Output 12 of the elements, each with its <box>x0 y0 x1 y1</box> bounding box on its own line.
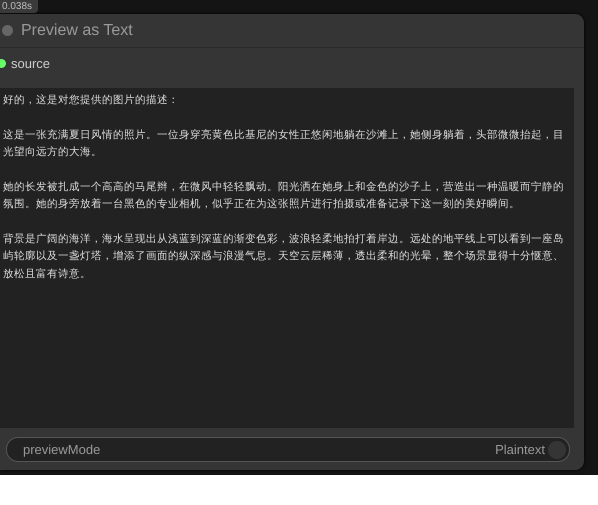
text-paragraph: 好的，这是对您提供的图片的描述： <box>3 93 180 108</box>
text-paragraph: 她的长发被扎成一个高高的马尾辫，在微风中轻轻飘动。阳光洒在她身上和金色的沙子上，营造出一种温暖而宁静的氛围。她的身旁放着一台黑色的专业相机，似乎正在为这张照片进行拍摄或准备记录下这一刻的美好瞬间。 <box>3 180 565 212</box>
toggle-widget[interactable]: previewMode Plaintext <box>6 437 570 462</box>
widget-label: previewMode <box>23 442 102 457</box>
widget-value: Plaintext <box>495 442 545 457</box>
text-paragraph: 背景是广阔的海洋，海水呈现出从浅蓝到深蓝的渐变色彩，波浪轻柔地拍打着岸边。远处的地平线上可以看到一座岛屿轮廓以及一盏灯塔，增添了画面的纵深感与浪漫气息。天空云层稀薄，透出柔和的光晕，整个场景显得十分惬意、放松且富有诗意。 <box>3 232 565 282</box>
input-label: source <box>11 56 50 70</box>
collapse-dot-icon[interactable] <box>2 25 13 36</box>
execution-time: 0.038s <box>0 0 38 13</box>
text-paragraph: 这是一张充满夏日风情的照片。一位身穿亮黄色比基尼的女性正悠闲地躺在沙滩上，她侧身躺着，头部微微抬起，目光望向远方的大海。 <box>3 128 565 160</box>
toggle-knob[interactable] <box>548 440 566 458</box>
node-title: Preview as Text <box>21 22 133 40</box>
